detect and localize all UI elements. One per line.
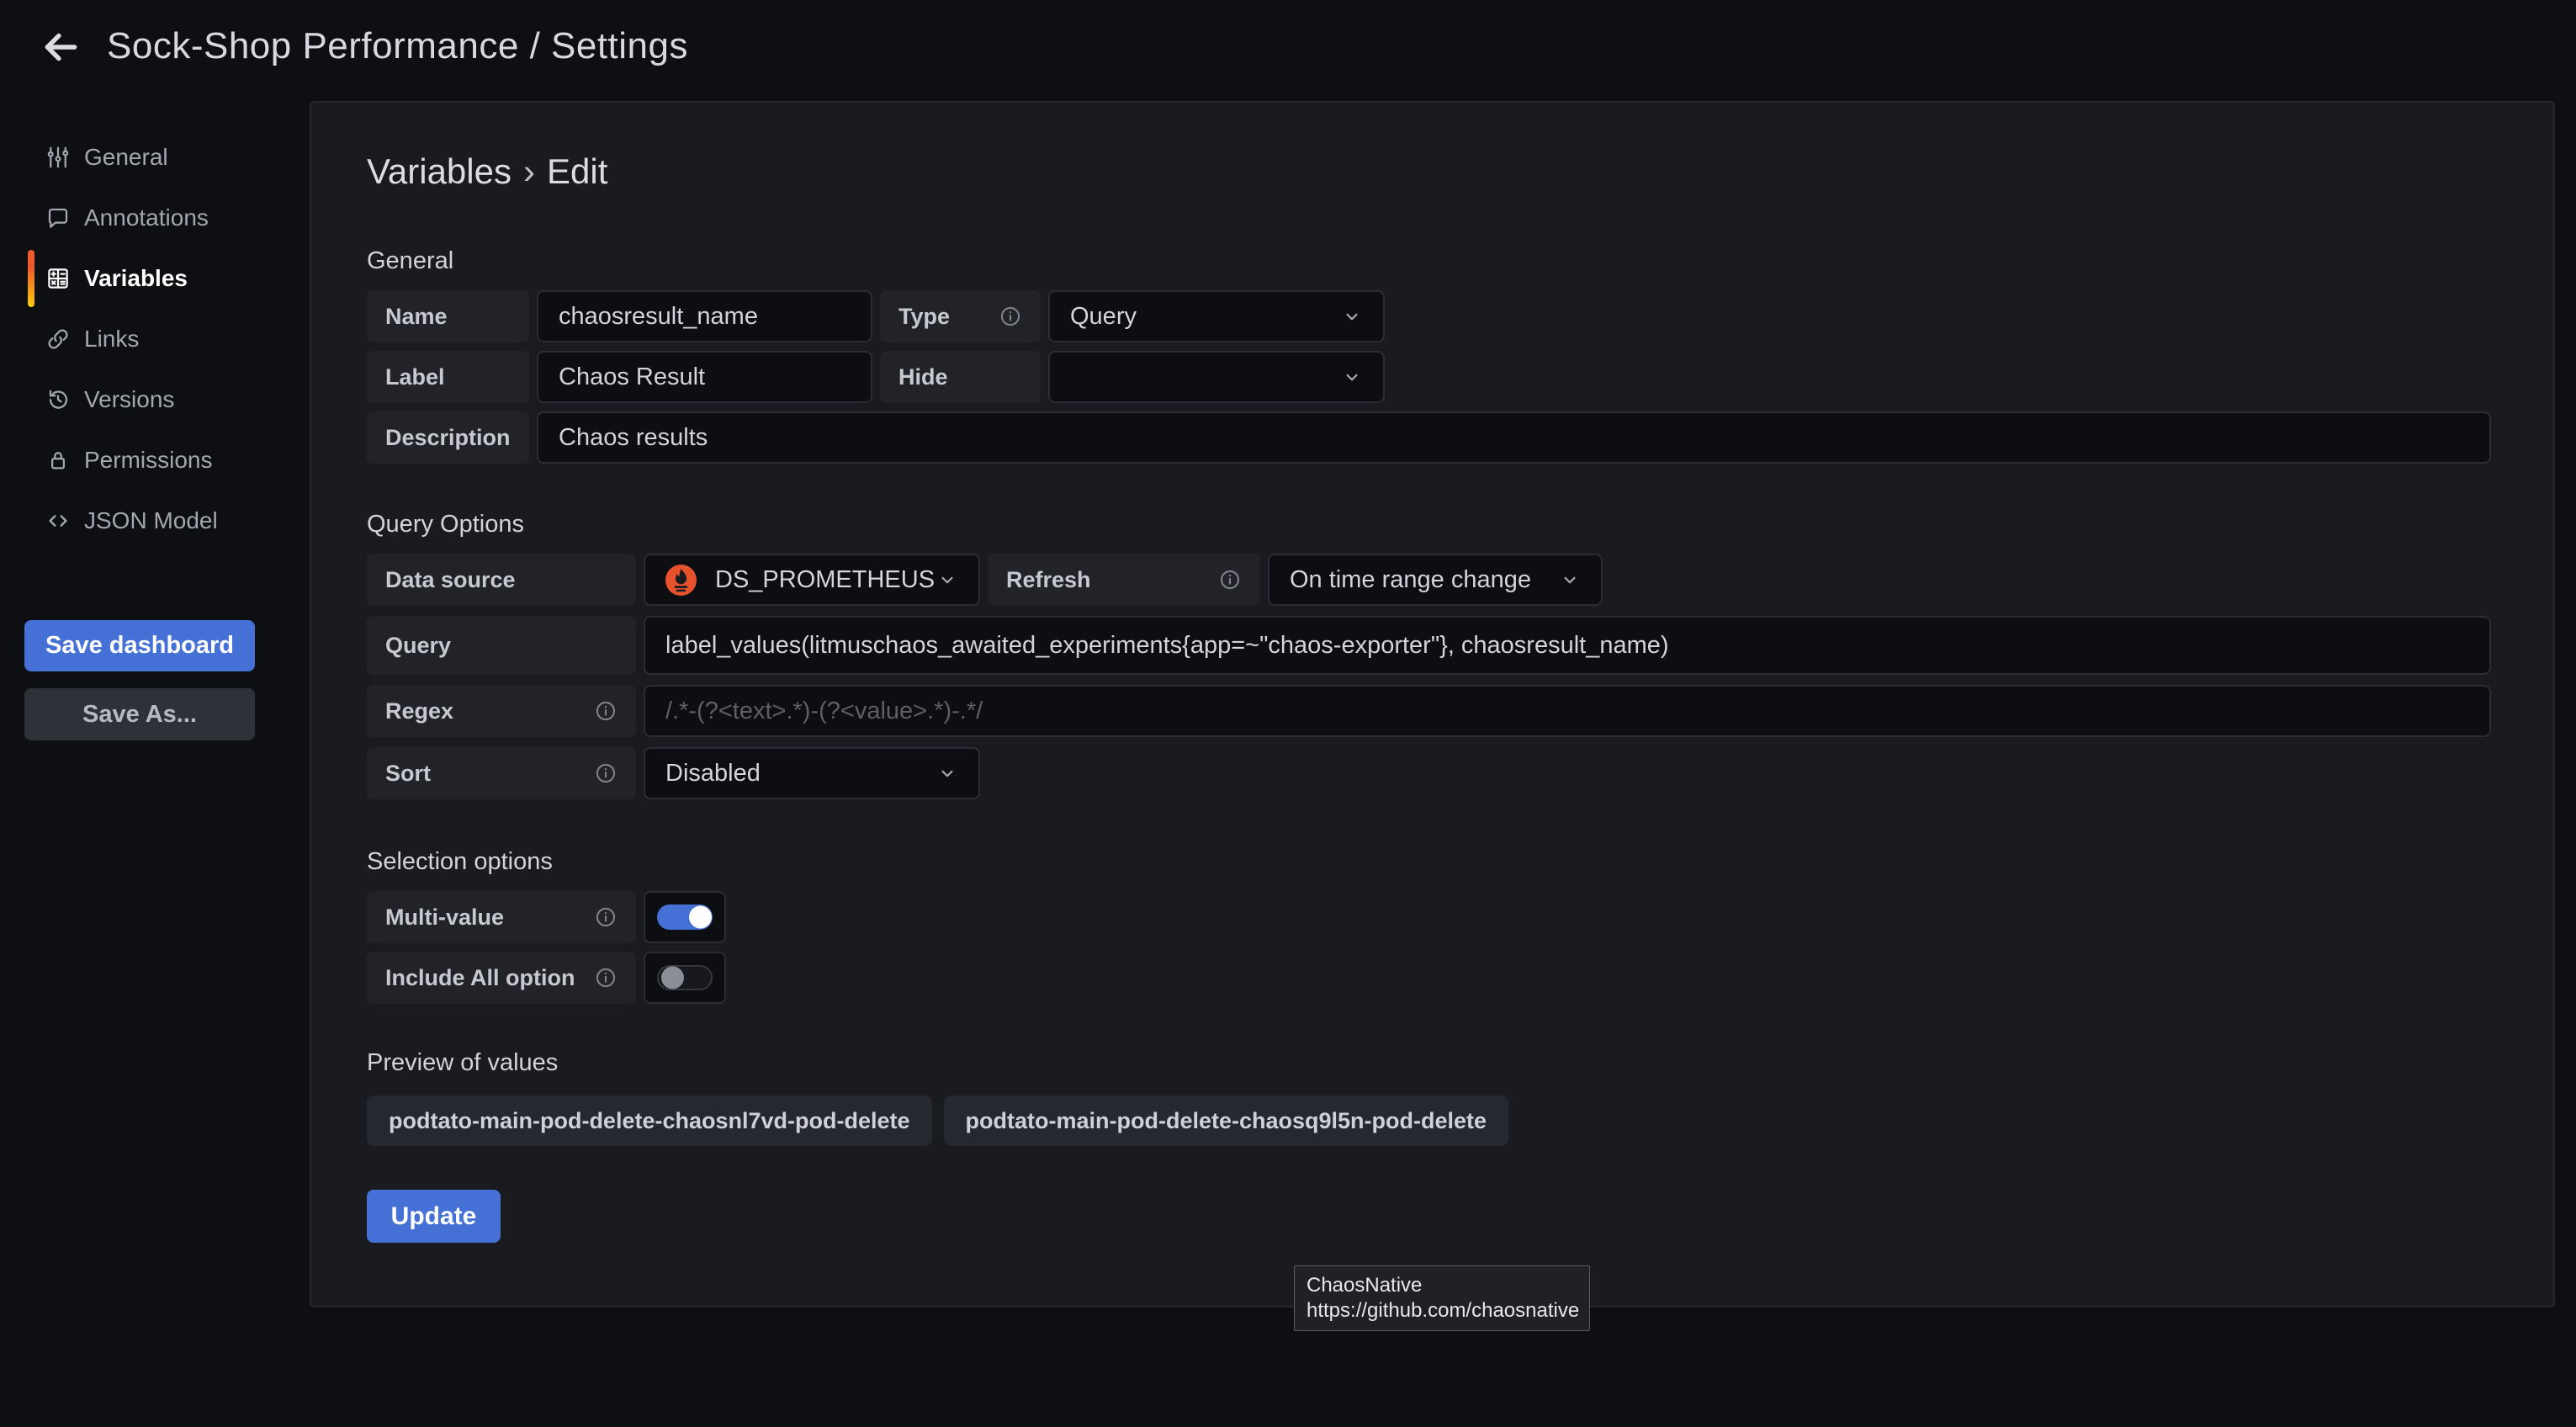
tooltip-title: ChaosNative	[1307, 1273, 1577, 1298]
active-item-indicator	[28, 250, 34, 307]
multi-value-label: Multi-value	[367, 891, 636, 943]
chevron-down-icon	[1341, 305, 1363, 327]
hide-label: Hide	[880, 351, 1041, 403]
top-header: Sock-Shop Performance / Settings	[0, 0, 2576, 101]
regex-label: Regex	[367, 685, 636, 737]
lock-icon	[45, 447, 72, 474]
include-all-toggle[interactable]	[644, 952, 726, 1004]
refresh-select[interactable]: On time range change	[1268, 554, 1603, 606]
chevron-down-icon	[1559, 569, 1581, 591]
query-label: Query	[367, 616, 636, 675]
info-icon	[594, 905, 617, 929]
sidebar-item-links[interactable]: Links	[0, 321, 310, 358]
page-title: Sock-Shop Performance / Settings	[107, 25, 688, 67]
breadcrumb-section[interactable]: Variables	[367, 151, 511, 191]
data-source-label: Data source	[367, 554, 636, 606]
sidebar-item-label: Links	[84, 326, 139, 353]
back-button[interactable]	[37, 25, 84, 72]
sort-label: Sort	[367, 747, 636, 799]
hide-select[interactable]	[1048, 351, 1385, 403]
type-label: Type	[880, 290, 1041, 342]
link-icon	[45, 326, 72, 353]
selection-options-heading: Selection options	[367, 848, 2491, 876]
chaosnative-tooltip: ChaosNative https://github.com/chaosnati…	[1294, 1265, 1590, 1331]
breadcrumb-separator: ›	[511, 151, 547, 191]
info-icon	[594, 966, 617, 989]
sidebar-item-variables[interactable]: Variables	[0, 260, 310, 297]
name-input[interactable]	[537, 290, 872, 342]
code-brackets-icon	[45, 507, 72, 534]
prometheus-icon	[665, 565, 697, 596]
preview-value-pill: podtato-main-pod-delete-chaosq9l5n-pod-d…	[944, 1095, 1509, 1146]
save-as-button[interactable]: Save As...	[24, 688, 255, 740]
sidebar-item-general[interactable]: General	[0, 139, 310, 176]
description-label: Description	[367, 411, 529, 464]
arrow-left-icon	[40, 26, 82, 72]
settings-sidebar: General Annotations Variables	[0, 101, 310, 740]
general-section-heading: General	[367, 247, 2491, 275]
query-options-form: Data source DS_PROMETHEUS Refresh	[367, 554, 2491, 799]
chevron-down-icon	[936, 762, 958, 784]
sidebar-item-permissions[interactable]: Permissions	[0, 442, 310, 479]
update-button[interactable]: Update	[367, 1190, 501, 1243]
info-icon	[594, 761, 617, 785]
comment-icon	[45, 204, 72, 231]
info-icon	[1218, 568, 1242, 591]
regex-input[interactable]	[644, 685, 2491, 737]
sort-select[interactable]: Disabled	[644, 747, 980, 799]
breadcrumb-page: Edit	[547, 151, 607, 191]
include-all-label: Include All option	[367, 952, 636, 1004]
sidebar-item-label: Annotations	[84, 204, 209, 231]
sidebar-item-label: Permissions	[84, 447, 212, 474]
query-input[interactable]	[644, 616, 2491, 675]
label-input[interactable]	[537, 351, 872, 403]
chevron-down-icon	[936, 569, 958, 591]
sidebar-item-label: Versions	[84, 386, 174, 413]
sidebar-item-label: JSON Model	[84, 507, 218, 534]
sidebar-item-annotations[interactable]: Annotations	[0, 199, 310, 236]
description-input[interactable]	[537, 411, 2491, 464]
sidebar-item-label: Variables	[84, 265, 188, 292]
name-label: Name	[367, 290, 529, 342]
chevron-down-icon	[1341, 366, 1363, 388]
sidebar-item-label: General	[84, 144, 168, 171]
multi-value-toggle[interactable]	[644, 891, 726, 943]
selection-options-form: Multi-value Include All option	[367, 891, 2491, 1004]
tooltip-url: https://github.com/chaosnative	[1307, 1298, 1577, 1324]
type-select[interactable]: Query	[1048, 290, 1385, 342]
info-icon	[999, 305, 1022, 328]
preview-values: podtato-main-pod-delete-chaosnl7vd-pod-d…	[367, 1095, 2491, 1146]
general-form: Name Type Query Label Hide	[367, 290, 2491, 464]
history-icon	[45, 386, 72, 413]
label-label: Label	[367, 351, 529, 403]
query-options-heading: Query Options	[367, 511, 2491, 538]
sidebar-item-json-model[interactable]: JSON Model	[0, 502, 310, 539]
breadcrumb: Variables›Edit	[367, 151, 2491, 192]
preview-heading: Preview of values	[367, 1049, 2491, 1077]
sliders-icon	[45, 144, 72, 171]
data-source-select[interactable]: DS_PROMETHEUS	[644, 554, 980, 606]
calculator-icon	[45, 265, 72, 292]
refresh-label: Refresh	[988, 554, 1260, 606]
sidebar-item-versions[interactable]: Versions	[0, 381, 310, 418]
info-icon	[594, 699, 617, 723]
preview-value-pill: podtato-main-pod-delete-chaosnl7vd-pod-d…	[367, 1095, 932, 1146]
variables-edit-panel: Variables›Edit General Name Type Query L…	[310, 101, 2555, 1308]
save-dashboard-button[interactable]: Save dashboard	[24, 620, 255, 671]
